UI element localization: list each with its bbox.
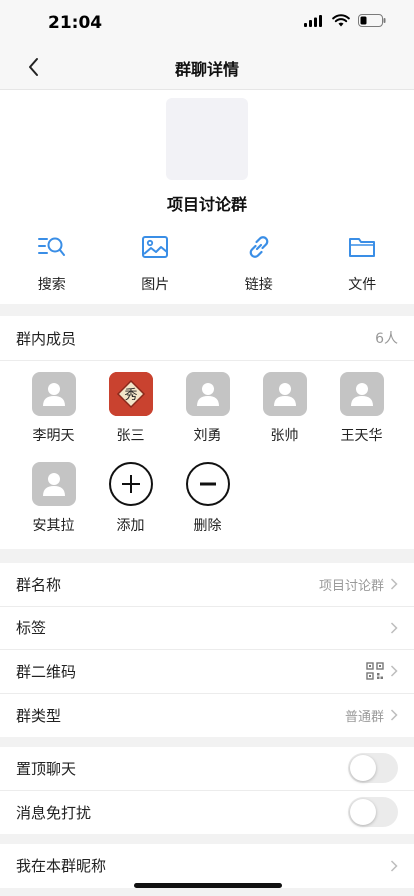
row-right (366, 662, 398, 680)
member-item[interactable]: 王天华 (323, 372, 400, 462)
members-title: 群内成员 (16, 329, 77, 348)
home-indicator (134, 883, 282, 888)
link-icon (244, 232, 274, 262)
navigation-bar: 群聊详情 (0, 44, 414, 90)
chevron-right-icon (390, 860, 398, 872)
nickname-list: 我在本群昵称 (0, 844, 414, 888)
member-name: 李明天 (32, 428, 75, 444)
tool-row: 搜索 图片 链接 文件 (0, 232, 414, 294)
member-item[interactable]: 秀 张三 (92, 372, 169, 462)
group-type-row[interactable]: 群类型 普通群 (0, 694, 414, 738)
tool-label: 链接 (244, 277, 273, 293)
tool-label: 图片 (141, 277, 170, 293)
section-divider (0, 737, 414, 747)
row-label: 消息免打扰 (16, 803, 92, 822)
row-label: 群二维码 (16, 662, 77, 681)
chevron-right-icon (390, 622, 398, 634)
mute-row: 消息免打扰 (0, 791, 414, 835)
battery-icon (358, 14, 386, 27)
image-icon (140, 232, 170, 262)
row-label: 群类型 (16, 706, 62, 725)
toggle-knob (350, 755, 376, 782)
member-name: 张三 (116, 428, 145, 444)
signal-icon (304, 14, 322, 27)
wifi-icon (332, 14, 350, 27)
minus-icon (185, 462, 230, 506)
members-section: 群内成员 6人 李明天 秀 张三 刘勇 张帅 王天华 安其拉 添加 删除 (0, 316, 414, 549)
chevron-right-icon (390, 578, 398, 590)
folder-icon (347, 232, 377, 262)
row-label: 标签 (16, 619, 47, 638)
member-name: 王天华 (340, 428, 383, 444)
add-member-label: 添加 (116, 518, 145, 534)
remove-member-label: 删除 (193, 518, 222, 534)
status-time: 21:04 (48, 13, 103, 33)
tool-files[interactable]: 文件 (311, 232, 414, 294)
group-type-value: 普通群 (344, 709, 384, 725)
tool-label: 文件 (348, 277, 377, 293)
remove-member-button[interactable]: 删除 (169, 462, 246, 552)
tool-links[interactable]: 链接 (207, 232, 311, 294)
search-icon (37, 232, 67, 262)
default-avatar-icon (339, 372, 384, 416)
default-avatar-icon (262, 372, 307, 416)
pin-chat-row: 置顶聊天 (0, 747, 414, 791)
member-name: 刘勇 (193, 428, 222, 444)
default-avatar-icon (31, 462, 76, 506)
avatar: 秀 (108, 372, 153, 416)
tool-images[interactable]: 图片 (104, 232, 208, 294)
member-item[interactable]: 张帅 (246, 372, 323, 462)
default-avatar-icon (185, 372, 230, 416)
members-header: 群内成员 6人 (0, 316, 414, 361)
row-label: 群名称 (16, 575, 62, 594)
qr-code-row[interactable]: 群二维码 (0, 650, 414, 694)
default-avatar-icon (31, 372, 76, 416)
mute-toggle[interactable] (348, 797, 398, 828)
row-right (390, 860, 398, 872)
member-name: 张帅 (270, 428, 299, 444)
page-title: 群聊详情 (174, 60, 239, 79)
member-item[interactable]: 刘勇 (169, 372, 246, 462)
members-count: 6人 (375, 331, 398, 347)
row-label: 我在本群昵称 (16, 857, 107, 876)
tool-search[interactable]: 搜索 (0, 232, 104, 294)
my-nickname-row[interactable]: 我在本群昵称 (0, 844, 414, 888)
group-name-row[interactable]: 群名称 项目讨论群 (0, 563, 414, 607)
tags-row[interactable]: 标签 (0, 607, 414, 650)
status-icons (304, 14, 386, 27)
section-divider (0, 834, 414, 844)
row-right (390, 622, 398, 634)
member-name: 安其拉 (32, 518, 75, 534)
group-name: 项目讨论群 (166, 195, 247, 214)
pin-chat-toggle[interactable] (348, 753, 398, 784)
chevron-right-icon (390, 665, 398, 677)
member-item[interactable]: 安其拉 (15, 462, 92, 552)
plus-icon (108, 462, 153, 506)
group-settings-list: 群名称 项目讨论群 标签 群二维码 群类型 普通群 (0, 563, 414, 737)
group-avatar[interactable] (166, 98, 248, 180)
qr-code-icon (366, 662, 384, 680)
status-bar: 21:04 (0, 0, 414, 44)
member-item[interactable]: 李明天 (15, 372, 92, 462)
toggle-knob (350, 799, 376, 826)
row-label: 置顶聊天 (16, 759, 77, 778)
row-right: 普通群 (345, 706, 398, 725)
group-name-value: 项目讨论群 (318, 578, 384, 594)
chevron-right-icon (390, 709, 398, 721)
chat-toggles-list: 置顶聊天 消息免打扰 (0, 747, 414, 834)
member-grid: 李明天 秀 张三 刘勇 张帅 王天华 安其拉 添加 删除 (15, 372, 400, 552)
add-member-button[interactable]: 添加 (92, 462, 169, 552)
tool-label: 搜索 (37, 277, 66, 293)
avatar-badge: 秀 (124, 388, 137, 403)
group-header: 项目讨论群 搜索 图片 链接 文件 (0, 90, 414, 304)
section-divider (0, 304, 414, 316)
row-right: 项目讨论群 (319, 575, 398, 594)
